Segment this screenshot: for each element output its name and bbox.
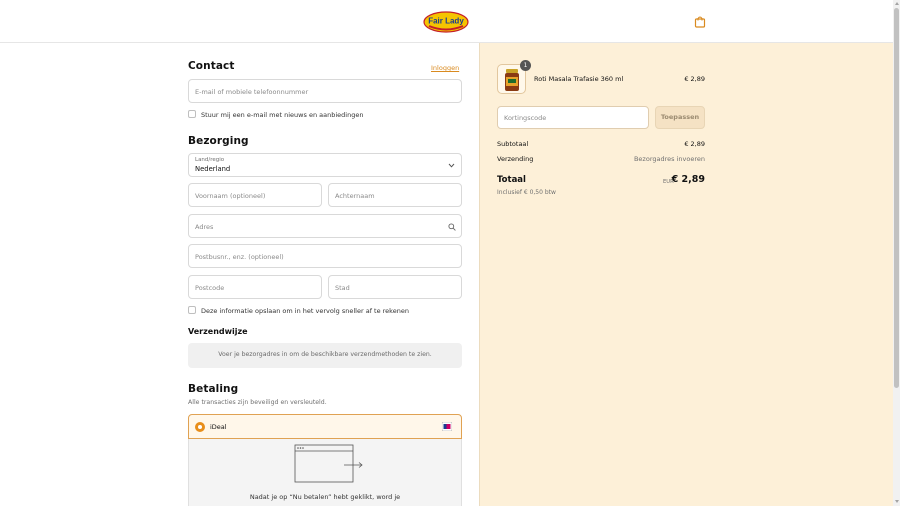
last-name-field[interactable]: Achternaam [328, 183, 462, 207]
chevron-down-icon [448, 163, 455, 168]
last-name-placeholder: Achternaam [335, 192, 375, 200]
address-placeholder: Adres [195, 223, 214, 231]
address2-placeholder: Postbusnr., enz. (optioneel) [195, 253, 284, 261]
scroll-down-arrow-icon[interactable] [895, 500, 899, 503]
browser-redirect-icon [294, 444, 363, 483]
ideal-logo-icon [442, 422, 452, 431]
postcode-placeholder: Postcode [195, 284, 225, 292]
address-field[interactable]: Adres [188, 214, 462, 238]
quantity-badge: 1 [520, 60, 531, 71]
newsletter-label: Stuur mij een e-mail met nieuws en aanbi… [201, 111, 364, 119]
header: Fair Lady [0, 0, 893, 43]
ideal-label: iDeal [210, 423, 227, 431]
email-field[interactable]: E-mail of mobiele telefoonnummer [188, 79, 462, 103]
address2-field[interactable]: Postbusnr., enz. (optioneel) [188, 244, 462, 268]
scroll-up-arrow-icon[interactable] [895, 2, 899, 5]
shipping-method-notice-text: Voer je bezorgadres in om de beschikbare… [218, 351, 432, 358]
shipping-method-title: Verzendwijze [188, 327, 248, 336]
ideal-radio[interactable] [195, 422, 205, 432]
jar-icon [505, 69, 519, 91]
country-label: Land/regio [195, 157, 225, 163]
subtotal-label: Subtotaal [497, 140, 529, 148]
save-info-label: Deze informatie opslaan om in het vervol… [201, 307, 409, 315]
logo[interactable]: Fair Lady [423, 9, 469, 33]
shopping-bag-icon[interactable] [694, 15, 706, 28]
first-name-placeholder: Voornaam (optioneel) [195, 192, 266, 200]
contact-title: Contact [188, 60, 235, 72]
country-value: Nederland [195, 165, 231, 173]
discount-code-placeholder: Kortingscode [504, 114, 547, 122]
shipping-label: Verzending [497, 155, 534, 163]
payment-title: Betaling [188, 383, 239, 395]
delivery-title: Bezorging [188, 135, 249, 147]
total-value: € 2,89 [671, 174, 705, 185]
total-label: Totaal [497, 175, 526, 185]
country-select[interactable]: Land/regio Nederland [188, 153, 462, 177]
city-field[interactable]: Stad [328, 275, 462, 299]
first-name-field[interactable]: Voornaam (optioneel) [188, 183, 322, 207]
postcode-field[interactable]: Postcode [188, 275, 322, 299]
vat-note: Inclusief € 0,50 btw [497, 189, 556, 196]
search-icon [448, 223, 456, 231]
product-name: Roti Masala Trafasie 360 ml [534, 75, 624, 83]
payment-method-ideal[interactable]: iDeal [188, 414, 462, 439]
payment-redirect-note: Nadat je op “Nu betalen” hebt geklikt, w… [249, 493, 401, 501]
discount-code-field[interactable]: Kortingscode [497, 106, 649, 129]
payment-subtitle: Alle transacties zijn beveiligd en versl… [188, 399, 327, 406]
save-info-checkbox[interactable] [188, 306, 196, 314]
apply-discount-button[interactable]: Toepassen [655, 106, 705, 129]
shipping-method-notice: Voer je bezorgadres in om de beschikbare… [188, 343, 462, 368]
scrollbar-thumb[interactable] [894, 8, 899, 388]
city-placeholder: Stad [335, 284, 350, 292]
product-price: € 2,89 [684, 75, 705, 83]
login-link[interactable]: Inloggen [431, 64, 459, 72]
subtotal-value: € 2,89 [684, 140, 705, 148]
newsletter-checkbox[interactable] [188, 110, 196, 118]
logo-text: Fair Lady [428, 17, 464, 26]
payment-redirect-panel: Nadat je op “Nu betalen” hebt geklikt, w… [188, 439, 462, 506]
email-placeholder: E-mail of mobiele telefoonnummer [195, 88, 309, 96]
shipping-value: Bezorgadres invoeren [633, 155, 705, 163]
